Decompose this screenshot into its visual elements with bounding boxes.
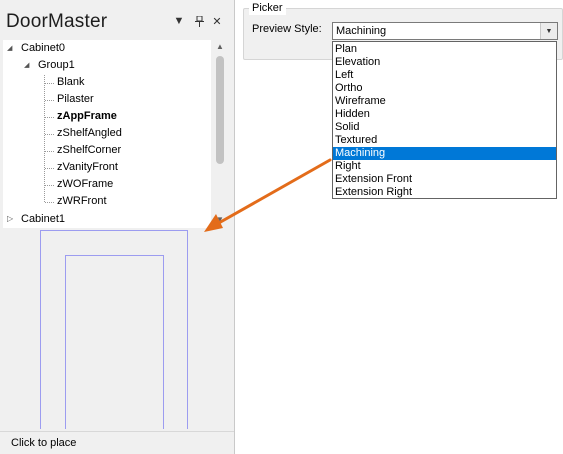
expanded-triangle-icon[interactable]: ◢: [7, 40, 17, 57]
scroll-up-arrow-icon[interactable]: ▲: [216, 42, 224, 51]
scrollbar-thumb[interactable]: [216, 56, 224, 164]
dropdown-option-elevation[interactable]: Elevation: [333, 56, 556, 69]
door-frame-inner-outline: [65, 255, 164, 429]
dropdown-option-extension-right[interactable]: Extension Right: [333, 186, 556, 199]
preview-style-dropdown-list: Plan Elevation Left Ortho Wireframe Hidd…: [332, 41, 557, 199]
picker-group-legend: Picker: [249, 1, 286, 15]
tree-connector: [45, 202, 54, 204]
tree-leaf-label: zAppFrame: [57, 110, 117, 122]
collapsed-triangle-icon[interactable]: ▷: [7, 210, 13, 228]
close-icon[interactable]: ✕: [210, 14, 224, 28]
status-text: Click to place: [11, 437, 77, 449]
tree-node-label: Cabinet0: [21, 42, 66, 54]
dropdown-option-right[interactable]: Right: [333, 160, 556, 173]
pin-icon[interactable]: [192, 14, 206, 28]
window-position-dropdown-icon[interactable]: ▼: [172, 14, 186, 28]
dropdown-option-textured[interactable]: Textured: [333, 134, 556, 147]
tree-connector: [45, 100, 54, 102]
dropdown-option-ortho[interactable]: Ortho: [333, 82, 556, 95]
panel-title: DoorMaster: [6, 11, 108, 32]
tree-connector: [45, 168, 54, 170]
tree-leaf-label: zVanityFront: [57, 161, 118, 173]
panel-header: DoorMaster ▼ ✕: [0, 0, 234, 40]
dropdown-option-extension-front[interactable]: Extension Front: [333, 173, 556, 186]
door-preview-area: [0, 228, 234, 431]
tree-leaf-label: zShelfAngled: [57, 127, 122, 139]
status-bar: Click to place: [0, 431, 234, 454]
preview-style-label: Preview Style:: [252, 23, 322, 35]
tree-connector: [45, 117, 54, 119]
tree-connector: [45, 134, 54, 136]
cabinet-tree: ◢ Cabinet0 ◢ Group1 Blank Pilaster zAppF…: [3, 40, 211, 227]
preview-style-value: Machining: [336, 25, 387, 37]
dropdown-option-hidden[interactable]: Hidden: [333, 108, 556, 121]
tree-connector: [45, 185, 54, 187]
tree-leaf-label: zWRFront: [57, 195, 107, 207]
tree-leaf-label: Pilaster: [57, 93, 94, 105]
dropdown-option-solid[interactable]: Solid: [333, 121, 556, 134]
dropdown-option-machining[interactable]: Machining: [333, 147, 556, 160]
tree-node-label: Cabinet1: [21, 213, 66, 225]
tree-leaf-label: Blank: [57, 76, 85, 88]
tree-leaf-label: zShelfCorner: [57, 144, 122, 156]
dropdown-option-left[interactable]: Left: [333, 69, 556, 82]
tree-vertical-scrollbar[interactable]: ▲ ▼: [211, 40, 231, 227]
tree-connector: [45, 83, 54, 85]
tree-connector: [44, 75, 45, 202]
doormaster-panel: DoorMaster ▼ ✕ ◢ Cabinet0 ◢ Group1 Blank…: [0, 0, 235, 454]
dropdown-option-plan[interactable]: Plan: [333, 43, 556, 56]
tree-leaf-label: zWOFrame: [57, 178, 114, 190]
dropdown-option-wireframe[interactable]: Wireframe: [333, 95, 556, 108]
scroll-down-arrow-icon[interactable]: ▼: [216, 215, 224, 224]
tree-connector: [45, 151, 54, 153]
expanded-triangle-icon[interactable]: ◢: [24, 57, 34, 74]
tree-node-cabinet1[interactable]: ▷ Cabinet1: [3, 210, 211, 228]
chevron-down-icon[interactable]: ▼: [540, 23, 557, 39]
preview-style-select[interactable]: Machining ▼: [332, 22, 558, 40]
tree-node-label: Group1: [38, 59, 75, 71]
